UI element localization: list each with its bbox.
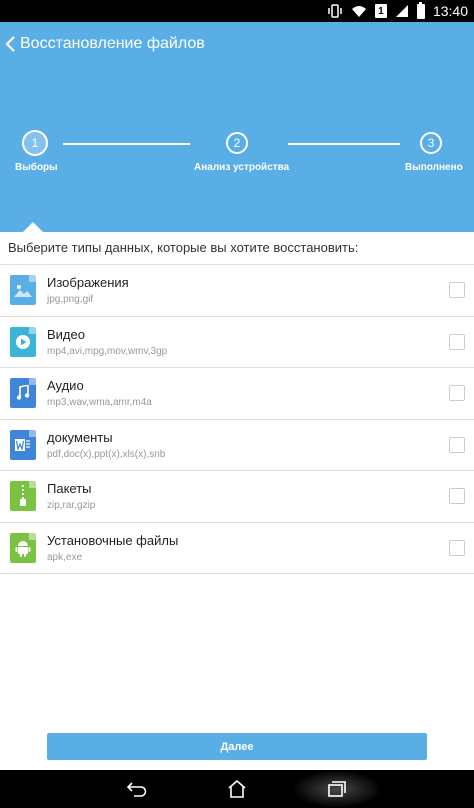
system-nav-bar [0,770,474,808]
list-item-audio[interactable]: Аудио mp3,wav,wma,amr,m4a [0,368,474,420]
step-2-label: Анализ устройства [194,162,290,173]
vibrate-icon [327,3,343,19]
item-name: Установочные файлы [47,532,179,548]
step-3-label: Выполнено [405,162,463,173]
image-icon [10,275,36,306]
back-arrow-icon [126,782,147,797]
item-extensions: jpg,png,gif [47,294,94,306]
list-item-video[interactable]: Видео mp4,avi,mpg,mov,wmv,3gp [0,317,474,368]
nav-back-button[interactable] [107,770,167,808]
item-extensions: mp4,avi,mpg,mov,wmv,3gp [47,345,168,357]
step-3-circle: 3 [420,132,442,154]
progress-stepper: 1 2 3 Выборы Анализ устройства Выполнено [0,122,474,182]
step-connector [288,143,400,145]
item-name: Видео [47,326,85,342]
audio-checkbox[interactable] [449,385,465,402]
video-checkbox[interactable] [449,333,465,350]
list-item-archives[interactable]: Пакеты zip,rar,gzip [0,471,474,523]
archives-checkbox[interactable] [449,488,465,505]
item-extensions: pdf,doc(x),ppt(x),xls(x),snb [47,448,166,460]
chevron-left-icon [5,36,15,52]
header: Восстановление файлов 1 2 3 Выборы Анали… [0,22,474,232]
list-item-installers[interactable]: Установочные файлы apk,exe [0,523,474,574]
list-item-images[interactable]: Изображения jpg,png,gif [0,265,474,317]
signal-icon [395,3,409,19]
step-pointer [23,222,43,232]
step-1-label: Выборы [15,162,58,173]
sim-icon: 1 [374,4,387,18]
document-icon [10,429,36,460]
wifi-icon [351,3,367,19]
item-name: Изображения [47,275,129,291]
recent-apps-icon [328,781,346,797]
nav-recents-button[interactable] [307,770,367,808]
back-button[interactable] [0,22,20,66]
instruction-text: Выберите типы данных, которые вы хотите … [8,240,359,255]
app-bar: Восстановление файлов [0,22,474,66]
step-connector [63,143,190,145]
audio-icon [10,378,36,409]
images-checkbox[interactable] [449,282,465,299]
installers-checkbox[interactable] [449,539,465,556]
item-extensions: zip,rar,gzip [47,500,96,512]
page-title: Восстановление файлов [20,35,205,52]
item-extensions: mp3,wav,wma,amr,m4a [47,397,152,409]
list-item-documents[interactable]: документы pdf,doc(x),ppt(x),xls(x),snb [0,420,474,471]
clock: 13:40 [432,3,468,19]
video-icon [10,326,36,357]
item-name: Аудио [47,378,84,394]
step-1-circle: 1 [22,130,48,156]
file-type-list: Изображения jpg,png,gif Видео mp4,avi,mp… [0,264,474,574]
step-2-circle: 2 [226,132,248,154]
android-icon [10,532,36,563]
next-button[interactable]: Далее [47,733,427,760]
nav-home-button[interactable] [207,770,267,808]
documents-checkbox[interactable] [449,436,465,453]
item-name: Пакеты [47,481,92,497]
item-name: документы [47,429,113,445]
battery-icon [416,1,425,19]
archive-icon [10,481,36,512]
home-icon [228,780,246,798]
item-extensions: apk,exe [47,551,83,563]
status-bar: 1 13:40 [0,0,474,22]
